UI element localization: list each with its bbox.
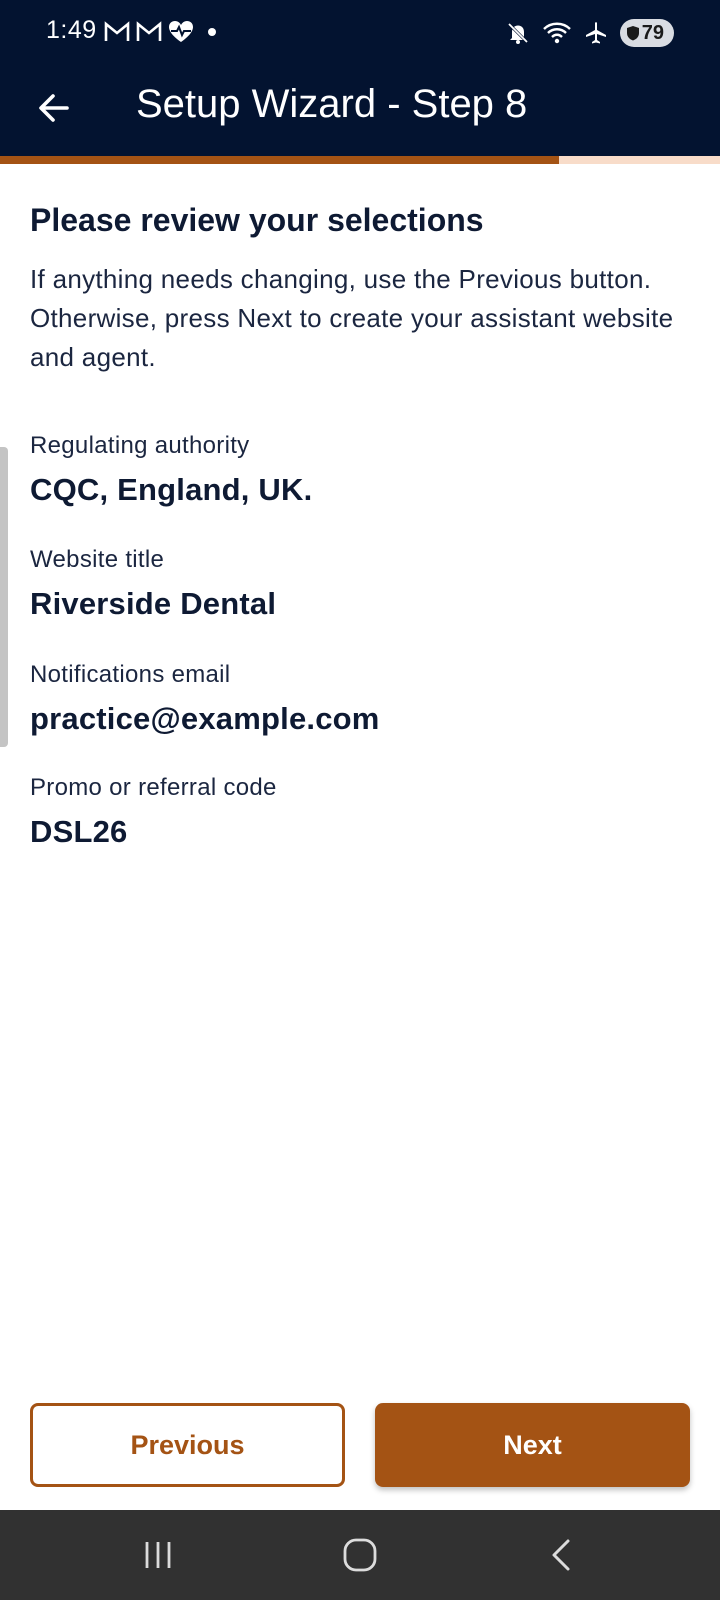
field-value: DSL26 (30, 814, 128, 849)
previous-button[interactable]: Previous (30, 1403, 345, 1487)
home-icon (343, 1538, 377, 1572)
airplane-icon (585, 22, 606, 44)
dot-icon (208, 28, 216, 36)
review-section: Please review your selections If anythin… (30, 200, 680, 377)
field-website-title: Website title Riverside Dental (30, 546, 670, 622)
field-promo-code: Promo or referral code DSL26 (30, 774, 670, 850)
field-notifications-email: Notifications email practice@example.com (30, 661, 670, 737)
status-time: 1:49 (46, 16, 97, 44)
notification-icons (104, 18, 222, 46)
field-label: Promo or referral code (30, 774, 277, 801)
wifi-icon (542, 22, 571, 44)
recent-apps-icon (145, 1542, 171, 1568)
system-back-button[interactable] (531, 1530, 591, 1580)
health-heart-icon (169, 21, 193, 42)
system-icons: 79 (506, 18, 674, 48)
app-bar: Setup Wizard - Step 8 (0, 62, 720, 156)
battery-level: 79 (641, 21, 664, 44)
home-button[interactable] (330, 1530, 390, 1580)
arrow-left-icon (39, 94, 69, 122)
field-value: CQC, England, UK. (30, 472, 313, 507)
field-label: Website title (30, 546, 165, 573)
back-icon (552, 1539, 570, 1571)
battery-indicator: 79 (619, 19, 674, 47)
recent-apps-button[interactable] (128, 1530, 188, 1580)
shield-icon (626, 26, 639, 41)
mute-icon (507, 22, 528, 44)
system-nav-bar (0, 1510, 720, 1600)
back-button[interactable] (22, 76, 86, 140)
review-heading: Please review your selections (30, 202, 484, 238)
scroll-indicator[interactable] (0, 447, 8, 747)
next-button[interactable]: Next (375, 1403, 690, 1487)
field-value: Riverside Dental (30, 586, 277, 621)
field-value: practice@example.com (30, 701, 380, 736)
page-title: Setup Wizard - Step 8 (136, 82, 528, 126)
gmail-icon (104, 21, 130, 41)
review-intro-text: If anything needs changing, use the Prev… (30, 264, 674, 372)
field-regulating-authority: Regulating authority CQC, England, UK. (30, 432, 670, 508)
gmail-icon (136, 21, 162, 41)
status-bar: 1:49 79 (0, 0, 720, 62)
field-label: Notifications email (30, 661, 231, 688)
wizard-progress-bar (0, 156, 720, 164)
wizard-progress-fill (0, 156, 560, 164)
field-label: Regulating authority (30, 432, 250, 459)
